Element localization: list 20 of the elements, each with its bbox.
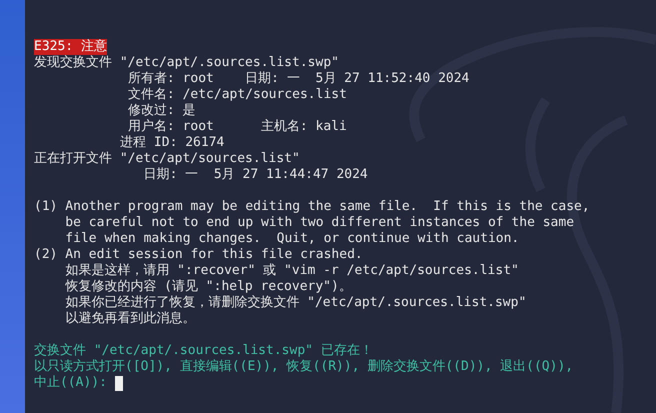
terminal-line: (1) Another program may be editing the same file. If this is the case, xyxy=(34,199,590,215)
terminal-line: 如果你已经进行了恢复，请删除交换文件 "/etc/apt/.sources.list.swp" xyxy=(64,295,526,311)
terminal-line: 日期: 一 5月 27 11:44:47 2024 xyxy=(142,167,368,183)
terminal-line: be careful not to end up with two different instances of the same xyxy=(64,215,574,231)
terminal-line: 用户名: root 主机名: kali xyxy=(126,119,347,135)
terminal-line: 所有者: root 日期: 一 5月 27 11:52:40 2024 xyxy=(126,71,470,87)
prompt-text: 以只读方式打开([O]), 直接编辑((E)), 恢复((R)), 删除交换文件((D)), 退出((Q)), xyxy=(34,359,574,375)
terminal-line: 恢复修改的内容 (请见 ":help recovery")。 xyxy=(64,279,352,295)
terminal-line: 以避免再看到此消息。 xyxy=(64,311,196,327)
prompt-text: 交换文件 "/etc/apt/.sources.list.swp" 已存在！ xyxy=(34,343,373,359)
terminal-line: 如果是这样，请用 ":recover" 或 "vim -r /etc/apt/sources.list" xyxy=(64,263,519,279)
terminal-line: 文件名: /etc/apt/sources.list xyxy=(126,87,347,103)
terminal-line: file when making changes. Quit, or continue with caution. xyxy=(64,231,520,247)
terminal-line: 发现交换文件 "/etc/apt/.sources.list.swp" xyxy=(34,55,339,71)
terminal-line: 修改过: 是 xyxy=(126,103,196,119)
error-message: E325: 注意 xyxy=(34,39,107,55)
prompt-text: 中止((A)): xyxy=(34,375,107,391)
terminal-line: (2) An edit session for this file crashed. xyxy=(34,247,363,263)
terminal-line: 正在打开文件 "/etc/apt/sources.list" xyxy=(34,151,300,167)
terminal-line: 进程 ID: 26174 xyxy=(119,135,224,151)
